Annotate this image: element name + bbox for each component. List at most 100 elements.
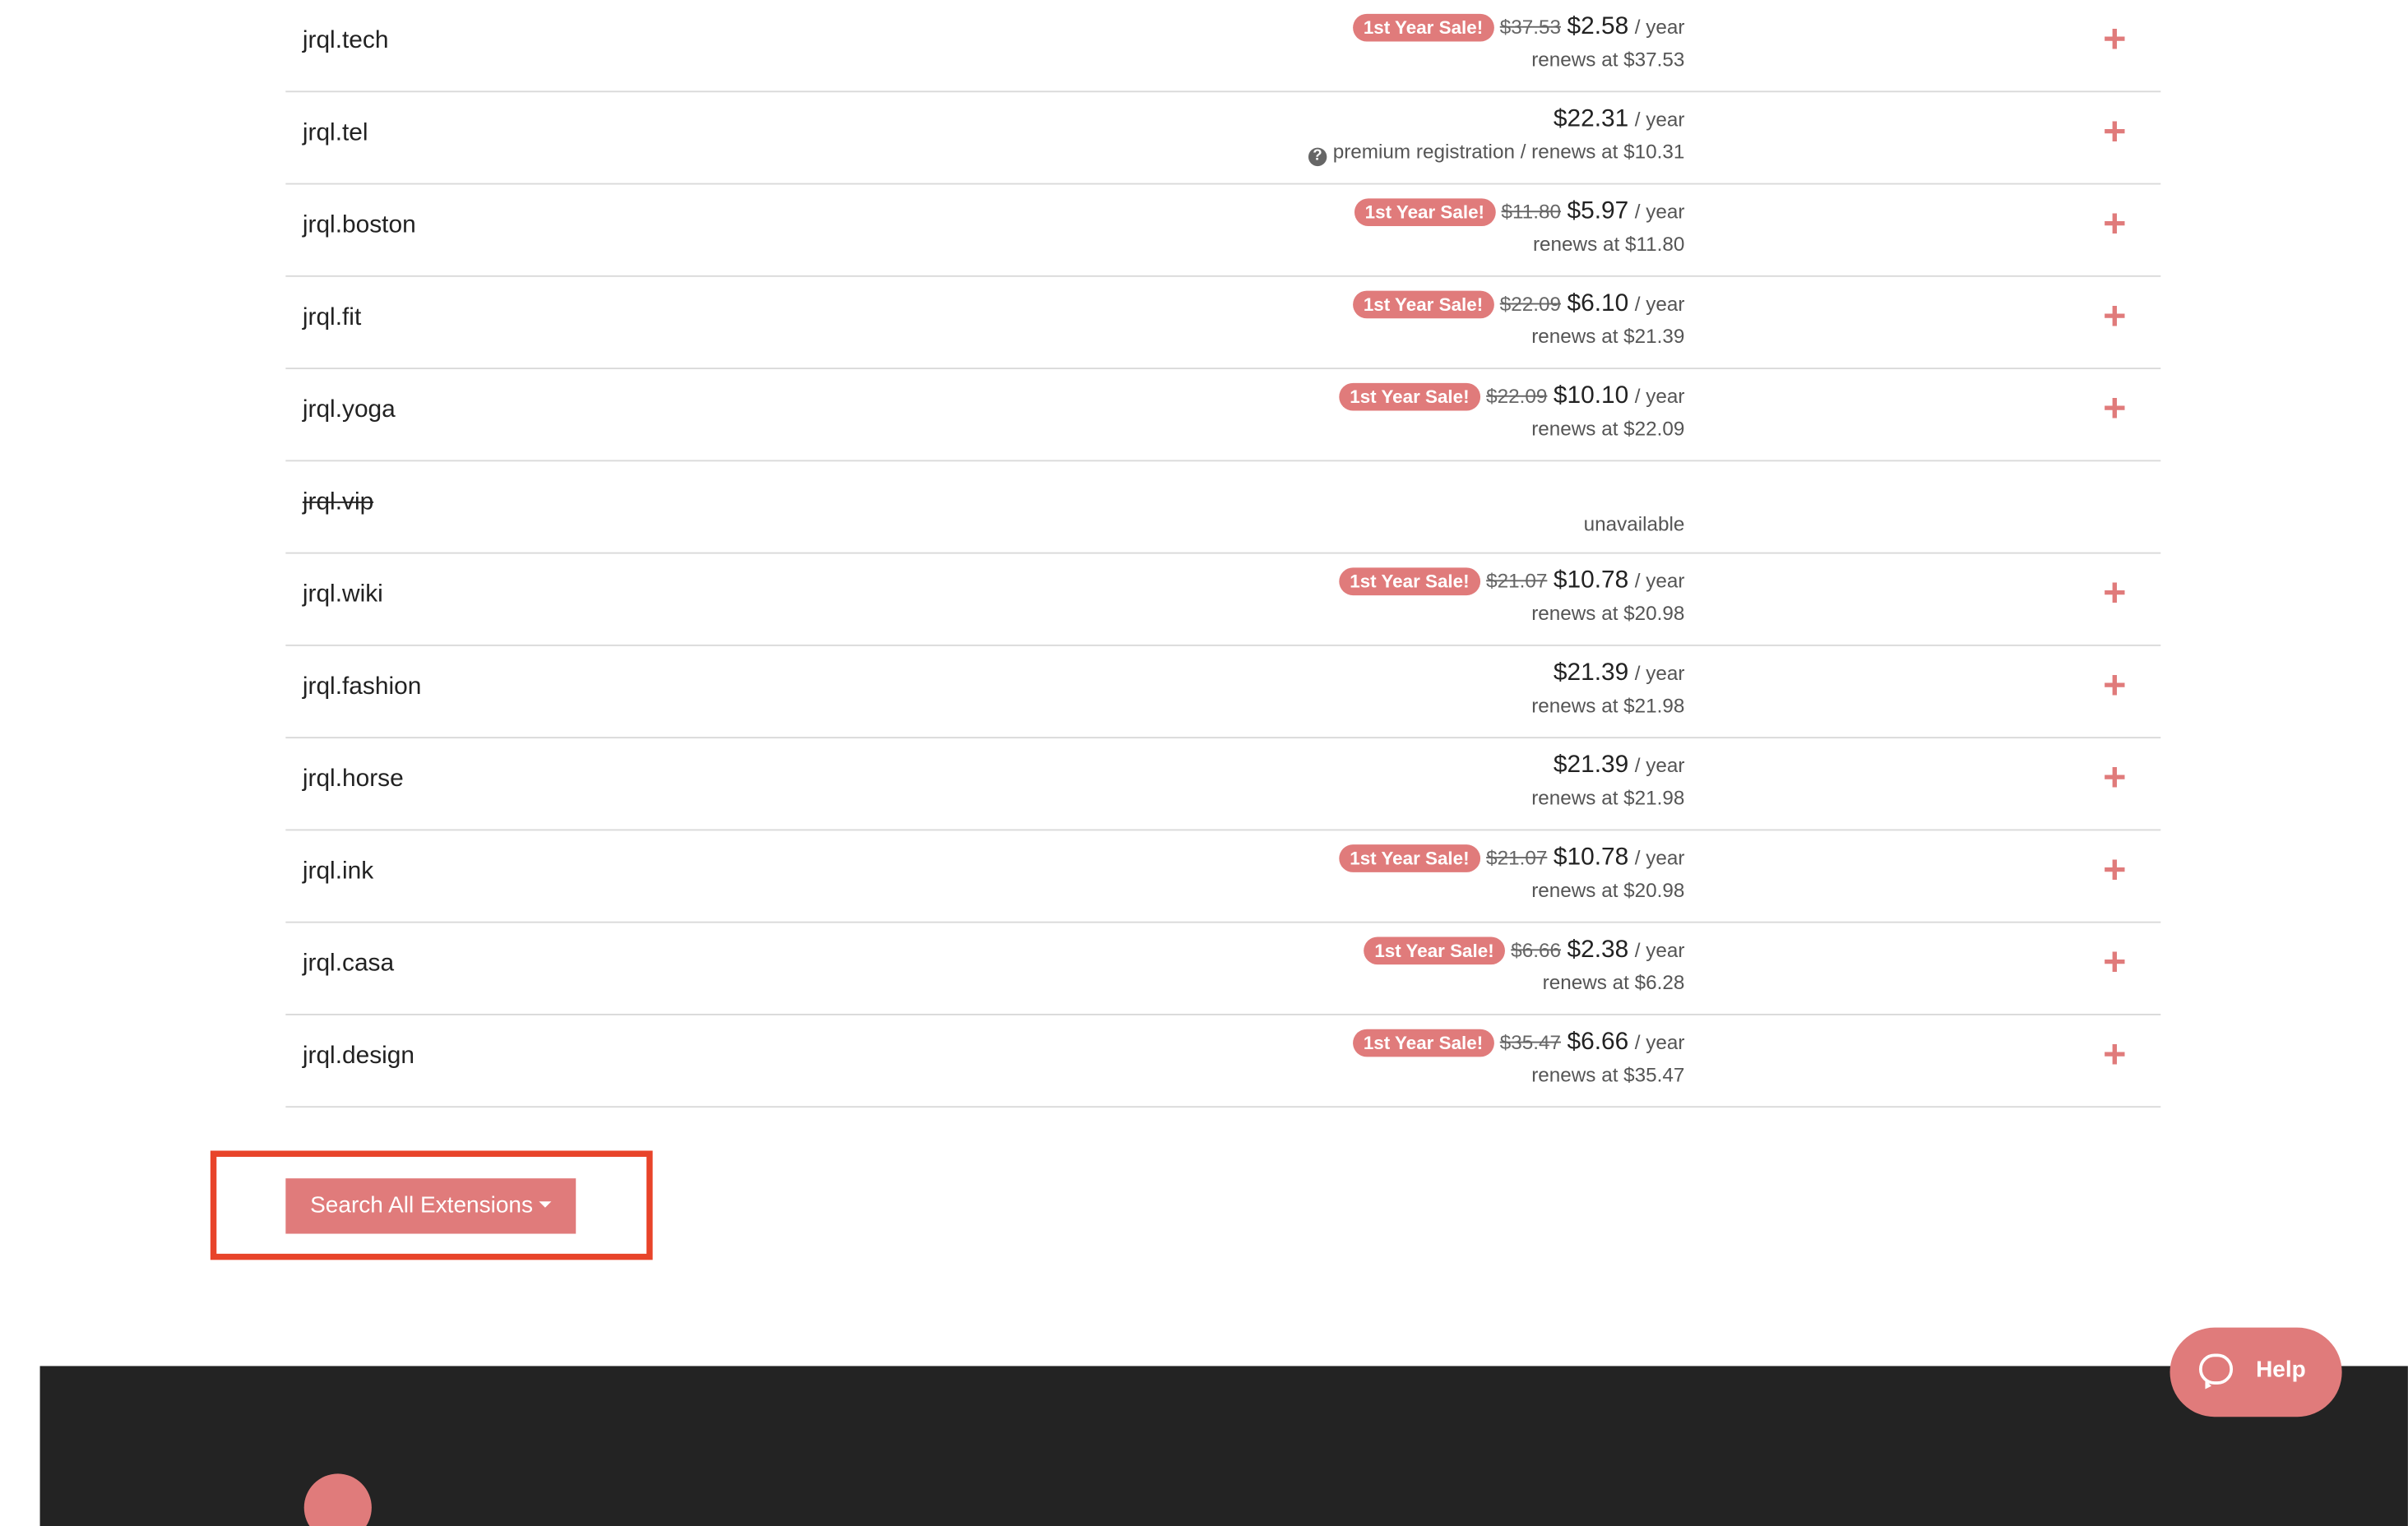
price-period: / year bbox=[1634, 753, 1685, 777]
domain-name: jrql.tel bbox=[302, 119, 368, 146]
original-price: $22.09 bbox=[1499, 292, 1561, 316]
price-period: / year bbox=[1634, 1030, 1685, 1054]
domain-row: jrql.wiki 1st Year Sale! $21.07 $10.78/ yea… bbox=[285, 554, 2161, 646]
caret-down-icon bbox=[539, 1201, 552, 1208]
current-price: $21.39 bbox=[1553, 659, 1629, 687]
domain-name: jrql.tech bbox=[302, 27, 389, 54]
footer-logo bbox=[303, 1473, 372, 1526]
domain-row: jrql.fit 1st Year Sale! $22.09 $6.10/ year r… bbox=[285, 277, 2161, 370]
domain-row: jrql.vip unavailable bbox=[285, 461, 2161, 554]
price-block: 1st Year Sale! $11.80 $5.97/ year renews at… bbox=[1354, 196, 1685, 261]
search-all-extensions-button[interactable]: Search All Extensions bbox=[285, 1178, 577, 1234]
renewal-info: renews at $21.98 bbox=[1531, 786, 1685, 810]
domain-row: jrql.horse $21.39/ year renews at $21.98 + bbox=[285, 738, 2161, 831]
price-block: $22.31/ year? premium registration / rene… bbox=[1308, 103, 1685, 168]
unavailable-status: unavailable bbox=[1583, 512, 1685, 536]
domain-name: jrql.boston bbox=[302, 212, 416, 239]
domain-name: jrql.fit bbox=[302, 304, 362, 331]
price-block: 1st Year Sale! $37.53 $2.58/ year renews at… bbox=[1352, 11, 1685, 76]
original-price: $21.07 bbox=[1486, 846, 1548, 870]
price-block: 1st Year Sale! $22.09 $6.10/ year renews at… bbox=[1352, 288, 1685, 353]
original-price: $37.53 bbox=[1499, 15, 1561, 39]
sale-badge: 1st Year Sale! bbox=[1339, 567, 1480, 596]
sale-badge: 1st Year Sale! bbox=[1339, 382, 1480, 411]
plus-icon[interactable]: + bbox=[2100, 572, 2130, 613]
domain-name: jrql.design bbox=[302, 1043, 415, 1070]
price-period: / year bbox=[1634, 15, 1685, 39]
price-block: 1st Year Sale! $6.66 $2.38/ year renews at … bbox=[1364, 934, 1684, 999]
current-price: $6.66 bbox=[1567, 1029, 1629, 1056]
price-block: 1st Year Sale! $35.47 $6.66/ year renews at… bbox=[1352, 1026, 1685, 1091]
original-price: $11.80 bbox=[1501, 200, 1561, 224]
price-period: / year bbox=[1634, 846, 1685, 870]
help-label: Help bbox=[2256, 1357, 2306, 1384]
renewal-info: renews at $37.53 bbox=[1531, 48, 1685, 72]
renewal-info: renews at $35.47 bbox=[1531, 1062, 1685, 1086]
current-price: $22.31 bbox=[1553, 106, 1629, 132]
domain-row: jrql.casa 1st Year Sale! $6.66 $2.38/ year r… bbox=[285, 923, 2161, 1015]
plus-icon[interactable]: + bbox=[2100, 664, 2130, 705]
plus-icon[interactable]: + bbox=[2100, 295, 2130, 335]
price-period: / year bbox=[1634, 569, 1685, 593]
current-price: $10.78 bbox=[1553, 844, 1629, 871]
domain-name: jrql.yoga bbox=[302, 396, 396, 423]
price-block: 1st Year Sale! $21.07 $10.78/ year renews a… bbox=[1339, 565, 1684, 630]
domain-row: jrql.ink 1st Year Sale! $21.07 $10.78/ year… bbox=[285, 830, 2161, 923]
original-price: $22.09 bbox=[1486, 384, 1548, 408]
footer bbox=[39, 1366, 2408, 1526]
price-period: / year bbox=[1634, 384, 1685, 408]
current-price: $2.38 bbox=[1567, 936, 1629, 964]
search-all-extensions-label: Search All Extensions bbox=[310, 1192, 534, 1218]
plus-icon[interactable]: + bbox=[2100, 203, 2130, 243]
plus-icon[interactable]: + bbox=[2100, 941, 2130, 982]
domain-row: jrql.design 1st Year Sale! $35.47 $6.66/ ye… bbox=[285, 1015, 2161, 1108]
domain-name: jrql.wiki bbox=[302, 581, 383, 608]
original-price: $21.07 bbox=[1486, 569, 1548, 593]
plus-icon[interactable]: + bbox=[2100, 111, 2130, 151]
plus-icon[interactable]: + bbox=[2100, 387, 2130, 428]
domain-name: jrql.horse bbox=[302, 765, 404, 793]
renewal-info: renews at $22.09 bbox=[1531, 417, 1685, 441]
help-button[interactable]: Help bbox=[2170, 1327, 2342, 1417]
current-price: $2.58 bbox=[1567, 13, 1629, 40]
domain-name: jrql.casa bbox=[302, 950, 395, 978]
domain-row: jrql.fashion $21.39/ year renews at $21.98… bbox=[285, 646, 2161, 739]
question-circle-icon[interactable]: ? bbox=[1308, 147, 1327, 167]
renewal-info: premium registration / renews at $10.31 bbox=[1332, 140, 1685, 164]
current-price: $10.10 bbox=[1553, 382, 1629, 409]
renewal-info: renews at $11.80 bbox=[1532, 232, 1685, 256]
sale-badge: 1st Year Sale! bbox=[1354, 198, 1496, 227]
renewal-info: renews at $6.28 bbox=[1542, 970, 1685, 994]
price-period: / year bbox=[1634, 200, 1685, 224]
sale-badge: 1st Year Sale! bbox=[1352, 1029, 1494, 1057]
domain-row: jrql.tel $22.31/ year? premium registratio… bbox=[285, 92, 2161, 185]
domain-row: jrql.yoga 1st Year Sale! $22.09 $10.10/ yea… bbox=[285, 369, 2161, 462]
sale-badge: 1st Year Sale! bbox=[1339, 844, 1480, 872]
renewal-info: renews at $20.98 bbox=[1531, 601, 1685, 625]
price-period: / year bbox=[1634, 661, 1685, 685]
chat-bubble-icon bbox=[2198, 1353, 2234, 1390]
plus-icon[interactable]: + bbox=[2100, 757, 2130, 798]
sale-badge: 1st Year Sale! bbox=[1352, 290, 1494, 319]
price-block: $21.39/ year renews at $21.98 bbox=[1531, 657, 1684, 722]
plus-icon[interactable]: + bbox=[2100, 849, 2130, 890]
price-period: / year bbox=[1634, 938, 1685, 962]
domain-row: jrql.boston 1st Year Sale! $11.80 $5.97/ ye… bbox=[285, 185, 2161, 277]
plus-icon[interactable]: + bbox=[2100, 1034, 2130, 1074]
current-price: $10.78 bbox=[1553, 567, 1629, 594]
domain-name: jrql.fashion bbox=[302, 673, 422, 701]
current-price: $21.39 bbox=[1553, 751, 1629, 779]
domain-name: jrql.ink bbox=[302, 858, 374, 885]
price-block: 1st Year Sale! $22.09 $10.10/ year renews a… bbox=[1339, 380, 1684, 445]
domain-row: jrql.tech 1st Year Sale! $37.53 $2.58/ year… bbox=[285, 0, 2161, 93]
price-block: 1st Year Sale! $21.07 $10.78/ year renews a… bbox=[1339, 841, 1684, 906]
renewal-info: renews at $21.39 bbox=[1531, 324, 1685, 348]
renewal-info: renews at $21.98 bbox=[1531, 693, 1685, 717]
domain-name: jrql.vip bbox=[302, 488, 374, 516]
plus-icon[interactable]: + bbox=[2100, 18, 2130, 58]
price-period: / year bbox=[1634, 107, 1685, 132]
current-price: $5.97 bbox=[1567, 198, 1629, 225]
domain-results-list: jrql.tech 1st Year Sale! $37.53 $2.58/ year… bbox=[285, 0, 2161, 1108]
current-price: $6.10 bbox=[1567, 290, 1629, 317]
sale-badge: 1st Year Sale! bbox=[1364, 936, 1505, 965]
